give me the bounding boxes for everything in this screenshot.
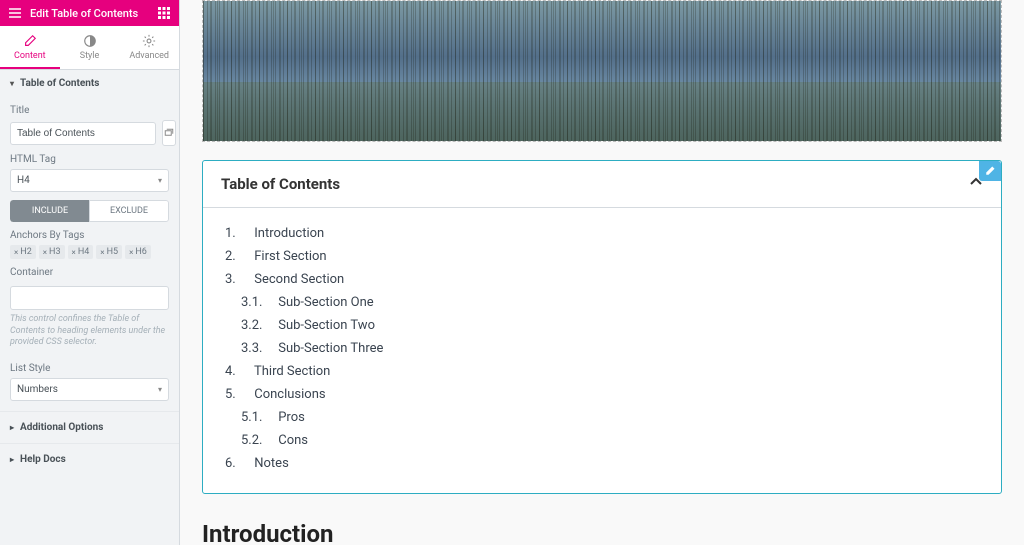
toc-title: Table of Contents [221, 175, 340, 193]
chevron-down-icon: ▾ [158, 176, 162, 185]
close-icon: × [43, 248, 47, 257]
toc-item: 5.1. Pros [225, 406, 979, 429]
page: Table of Contents 1. Introduction2. Firs… [192, 0, 1012, 545]
additional-options-label: Additional Options [20, 422, 103, 433]
toc-item: 5.2. Cons [225, 429, 979, 452]
toc-item-link[interactable]: First Section [254, 249, 326, 264]
toc-item: 6. Notes [225, 452, 979, 475]
toc-item-link[interactable]: Sub-Section Three [278, 341, 383, 356]
html-tag-label: HTML Tag [10, 154, 169, 165]
toc-item-number: 5.1. [241, 410, 275, 425]
close-icon: × [100, 248, 104, 257]
article-heading: Introduction [202, 520, 1002, 545]
tab-style-label: Style [80, 51, 100, 61]
toc-item-link[interactable]: Introduction [254, 226, 324, 241]
toc-item: 3. Second Section [225, 268, 979, 291]
sidebar-tabs: Content Style Advanced [0, 26, 179, 70]
container-input[interactable] [10, 286, 169, 310]
html-tag-value: H4 [17, 175, 30, 186]
hamburger-icon[interactable] [8, 6, 22, 20]
article-section: Introduction Holisticly promote goal-ori… [202, 520, 1002, 545]
toc-item-number: 5.2. [241, 433, 275, 448]
widgets-grid-icon[interactable] [157, 6, 171, 20]
sidebar-title: Edit Table of Contents [30, 7, 149, 20]
container-help: This control confines the Table of Conte… [10, 314, 169, 349]
title-input[interactable] [10, 122, 156, 145]
toc-item: 3.1. Sub-Section One [225, 291, 979, 314]
chevron-right-icon: ▸ [10, 455, 14, 464]
toc-item-link[interactable]: Second Section [254, 272, 344, 287]
anchor-chip[interactable]: ×H4 [68, 245, 94, 259]
toc-item: 2. First Section [225, 245, 979, 268]
edit-widget-button[interactable] [979, 161, 1001, 181]
toc-item-number: 4. [225, 364, 251, 379]
close-icon: × [72, 248, 76, 257]
editor-sidebar: Edit Table of Contents Content Style Adv… [0, 0, 180, 545]
section-controls: Title HTML Tag H4 ▾ INCLUDE EXCLUDE Anch… [0, 105, 179, 411]
sidebar-topbar: Edit Table of Contents [0, 0, 179, 26]
toc-item-link[interactable]: Sub-Section Two [278, 318, 375, 333]
toc-item-number: 2. [225, 249, 251, 264]
anchor-chip[interactable]: ×H5 [96, 245, 122, 259]
controls-panel: ▾ Table of Contents Title HTML Tag H4 ▾ … [0, 70, 179, 545]
anchors-chips: ×H2×H3×H4×H5×H6 [10, 245, 169, 259]
toc-item-link[interactable]: Cons [278, 433, 308, 448]
toc-item-number: 5. [225, 387, 251, 402]
section-table-of-contents[interactable]: ▾ Table of Contents [0, 70, 179, 97]
toc-item-link[interactable]: Conclusions [254, 387, 325, 402]
anchor-chip[interactable]: ×H2 [10, 245, 36, 259]
toc-item-number: 3.3. [241, 341, 275, 356]
toc-item-number: 3. [225, 272, 251, 287]
toc-header: Table of Contents [203, 161, 1001, 208]
anchor-chip[interactable]: ×H6 [125, 245, 151, 259]
toc-body: 1. Introduction2. First Section3. Second… [203, 208, 1001, 493]
dynamic-tag-button[interactable] [162, 120, 176, 146]
list-style-value: Numbers [17, 384, 58, 395]
toc-item: 1. Introduction [225, 222, 979, 245]
close-icon: × [129, 248, 133, 257]
exclude-button[interactable]: EXCLUDE [89, 200, 169, 222]
chevron-right-icon: ▸ [10, 423, 14, 432]
anchors-label: Anchors By Tags [10, 230, 169, 241]
close-icon: × [14, 248, 18, 257]
preview-canvas: Table of Contents 1. Introduction2. Firs… [180, 0, 1024, 545]
title-label: Title [10, 105, 169, 116]
container-label: Container [10, 267, 169, 278]
html-tag-select[interactable]: H4 ▾ [10, 169, 169, 192]
chevron-down-icon: ▾ [10, 79, 14, 88]
list-style-select[interactable]: Numbers ▾ [10, 378, 169, 401]
toc-item-number: 6. [225, 456, 251, 471]
toc-item-number: 3.1. [241, 295, 275, 310]
toc-item-link[interactable]: Sub-Section One [278, 295, 373, 310]
tab-advanced[interactable]: Advanced [119, 26, 179, 69]
toc-item: 5. Conclusions [225, 383, 979, 406]
include-exclude-toggle: INCLUDE EXCLUDE [10, 200, 169, 222]
hero-image-widget[interactable] [202, 0, 1002, 142]
tab-content-label: Content [14, 51, 46, 61]
toc-widget[interactable]: Table of Contents 1. Introduction2. Firs… [202, 160, 1002, 494]
help-docs-label: Help Docs [20, 454, 66, 465]
list-style-label: List Style [10, 363, 169, 374]
toc-item: 4. Third Section [225, 360, 979, 383]
hero-image [203, 1, 1001, 141]
section-label: Table of Contents [20, 78, 99, 89]
section-help-docs[interactable]: ▸ Help Docs [0, 443, 179, 475]
tab-style[interactable]: Style [60, 26, 120, 69]
chevron-down-icon: ▾ [158, 385, 162, 394]
section-additional-options[interactable]: ▸ Additional Options [0, 411, 179, 443]
anchor-chip[interactable]: ×H3 [39, 245, 65, 259]
include-button[interactable]: INCLUDE [10, 200, 89, 222]
toc-item-number: 1. [225, 226, 251, 241]
toc-item-link[interactable]: Third Section [254, 364, 330, 379]
tab-advanced-label: Advanced [129, 51, 169, 61]
toc-item-link[interactable]: Notes [254, 456, 289, 471]
tab-content[interactable]: Content [0, 26, 60, 69]
toc-item-link[interactable]: Pros [278, 410, 305, 425]
toc-item-number: 3.2. [241, 318, 275, 333]
toc-item: 3.3. Sub-Section Three [225, 337, 979, 360]
toc-item: 3.2. Sub-Section Two [225, 314, 979, 337]
